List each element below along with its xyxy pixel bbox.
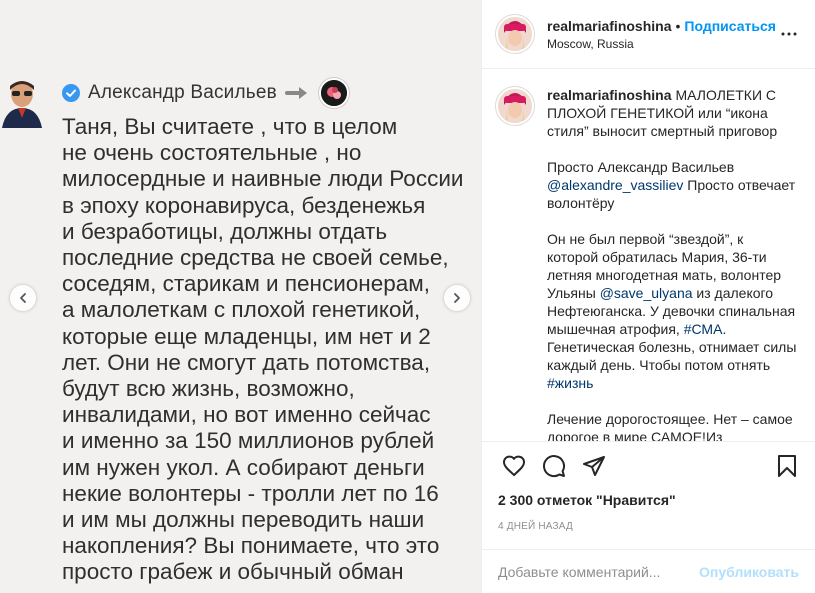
- hashtag-link[interactable]: #жизнь: [547, 375, 593, 391]
- post-sidebar: realmariafinoshina • Подписаться Moscow,…: [481, 0, 815, 593]
- caption-p4: Лечение дорогостоящее. Нет – самое дорог…: [547, 411, 793, 441]
- share-button[interactable]: [574, 446, 614, 486]
- separator-dot: •: [675, 17, 681, 34]
- recipient-avatar: [318, 78, 349, 108]
- comment-input[interactable]: [498, 563, 700, 580]
- mention-link[interactable]: @alexandre_vassiliev: [547, 177, 683, 193]
- carousel-prev-button[interactable]: [10, 285, 36, 311]
- quote-text: Таня, Вы считаете , что в целом не очень…: [62, 114, 464, 585]
- post-header: realmariafinoshina • Подписаться Moscow,…: [482, 0, 815, 69]
- heart-icon: [502, 455, 526, 477]
- author-photo: [2, 78, 42, 128]
- publish-button[interactable]: Опубликовать: [699, 564, 799, 580]
- more-options-button[interactable]: [777, 22, 801, 46]
- mention-link[interactable]: @save_ulyana: [600, 285, 693, 301]
- chevron-left-icon: [20, 293, 26, 303]
- post-actions: 2 300 отметок "Нравится" 4 дней назад: [482, 441, 815, 532]
- caption-username[interactable]: realmariafinoshina: [547, 87, 672, 103]
- share-icon: [583, 456, 605, 476]
- likes-count[interactable]: 2 300 отметок "Нравится": [498, 492, 799, 508]
- quoted-author: Александр Васильев: [62, 78, 349, 108]
- save-button[interactable]: [767, 446, 807, 486]
- like-button[interactable]: [494, 446, 534, 486]
- header-username[interactable]: realmariafinoshina: [547, 18, 672, 34]
- hashtag-link[interactable]: #СМА: [684, 321, 723, 337]
- caption-p2-text: Просто Александр Васильев: [547, 159, 735, 175]
- post-media[interactable]: Александр Васильев Таня, Вы считаете , ч…: [0, 0, 481, 593]
- comment-form: Опубликовать: [482, 549, 815, 593]
- verified-icon: [62, 84, 80, 102]
- arrow-right-icon: [284, 87, 307, 99]
- chevron-right-icon: [454, 293, 460, 303]
- caption-area: realmariafinoshina МАЛОЛЕТКИ С ПЛОХОЙ ГЕН…: [482, 70, 815, 441]
- caption-text: realmariafinoshina МАЛОЛЕТКИ С ПЛОХОЙ ГЕН…: [547, 86, 797, 441]
- comment-button[interactable]: [534, 446, 574, 486]
- caption-avatar[interactable]: [495, 86, 535, 126]
- location-link[interactable]: Moscow, Russia: [547, 37, 777, 51]
- avatar[interactable]: [495, 14, 535, 54]
- comment-icon: [543, 455, 566, 478]
- post-timestamp[interactable]: 4 дней назад: [498, 521, 799, 532]
- bookmark-icon: [778, 455, 796, 477]
- follow-button[interactable]: Подписаться: [684, 18, 776, 34]
- more-icon: [781, 32, 797, 36]
- carousel-next-button[interactable]: [444, 285, 470, 311]
- quoted-author-name: Александр Васильев: [88, 82, 277, 103]
